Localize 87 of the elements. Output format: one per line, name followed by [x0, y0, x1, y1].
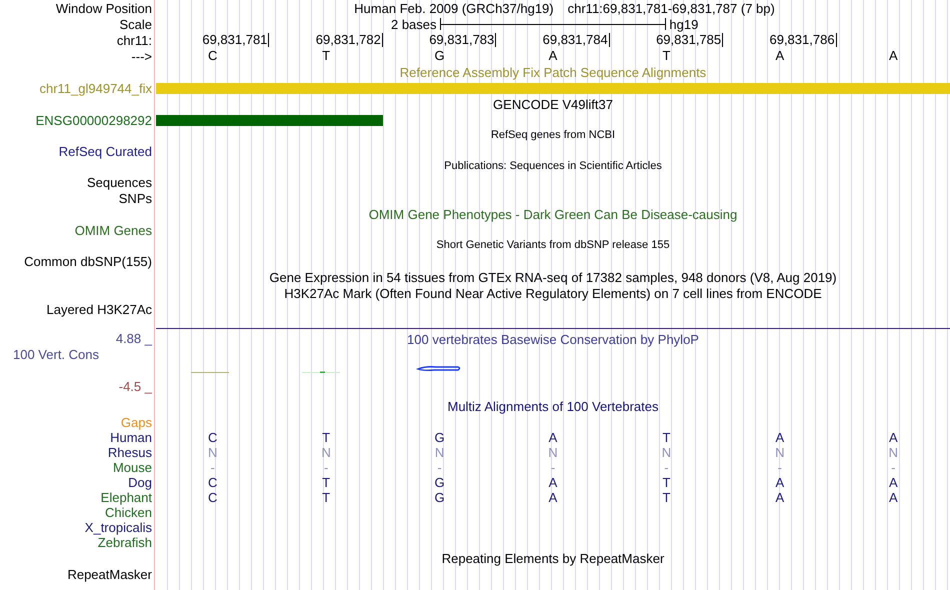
chromosome-label: chr11:: [116, 32, 152, 48]
base-letter: -: [210, 460, 215, 474]
base-letter: C: [208, 476, 218, 490]
assembly-name: hg19: [669, 16, 698, 32]
species-label[interactable]: X_tropicalis: [84, 520, 152, 535]
strand-label: --->: [131, 48, 152, 64]
coordinate-label: 69,831,781: [202, 33, 270, 47]
base-letter: N: [321, 446, 331, 460]
base-letter: T: [322, 49, 330, 63]
base-letter: -: [778, 460, 782, 474]
track-label[interactable]: RefSeq Curated: [58, 144, 152, 158]
base-letter: A: [548, 476, 558, 490]
track-label[interactable]: Layered H3K27Ac: [46, 302, 152, 316]
track-title: RefSeq genes from NCBI: [490, 128, 616, 143]
row-label: Window Position: [56, 0, 152, 16]
base-letter: N: [662, 446, 672, 460]
track-title: Publications: Sequences in Scientific Articles: [444, 159, 662, 174]
coordinate-label: 69,831,785: [656, 33, 724, 47]
track-label[interactable]: OMIM Genes: [74, 222, 152, 238]
base-letter: T: [662, 49, 670, 63]
base-letter: -: [664, 460, 669, 474]
feature-bar[interactable]: [156, 114, 383, 126]
track-label[interactable]: ENSG00000298292: [36, 112, 152, 128]
base-letter: A: [548, 430, 558, 444]
track-label[interactable]: 100 Vert. Cons: [13, 347, 99, 362]
base-letter: A: [776, 49, 784, 63]
track-title: 100 vertebrates Basewise Conservation by PhyloP: [407, 332, 699, 347]
species-label[interactable]: Human: [110, 430, 152, 445]
base-letter: A: [888, 490, 898, 504]
base-letter: G: [434, 49, 445, 63]
species-label[interactable]: Rhesus: [108, 445, 152, 460]
base-letter: -: [891, 460, 896, 474]
track-label[interactable]: RepeatMasker: [67, 566, 152, 582]
base-letter: A: [888, 476, 898, 490]
track-label[interactable]: Sequences: [86, 174, 152, 190]
base-letter: T: [322, 490, 330, 504]
species-label[interactable]: Zebrafish: [98, 535, 152, 550]
base-letter: T: [662, 476, 670, 490]
base-letter: N: [208, 446, 218, 460]
assembly-title: Human Feb. 2009 (GRCh37/hg19): [354, 0, 554, 16]
coordinate-label: 69,831,784: [542, 33, 610, 47]
track-title: H3K27Ac Mark (Often Found Near Active Regulatory Elements) on 7 cell lines from ENCODE: [284, 286, 822, 300]
base-letter: A: [548, 490, 558, 504]
track-title: Short Genetic Variants from dbSNP release 155: [436, 238, 670, 253]
base-letter: G: [434, 476, 445, 490]
base-letter: C: [208, 430, 218, 444]
coordinate-label: 69,831,782: [316, 33, 383, 47]
base-letter: C: [208, 490, 218, 504]
track-label[interactable]: SNPs: [118, 190, 152, 206]
track-title: GENCODE V49lift37: [493, 96, 613, 112]
track-title: Repeating Elements by RepeatMasker: [442, 550, 664, 566]
base-letter: -: [324, 460, 328, 474]
base-letter: T: [662, 490, 670, 504]
base-letter: A: [888, 49, 898, 63]
base-letter: N: [434, 446, 444, 460]
position-title: chr11:69,831,781-69,831,787 (7 bp): [568, 0, 775, 16]
scale-text: 2 bases: [390, 16, 437, 32]
species-label[interactable]: Dog: [128, 475, 152, 490]
base-letter: A: [548, 49, 558, 63]
coordinate-label: 69,831,786: [769, 33, 837, 47]
base-letter: N: [548, 446, 558, 460]
coordinate-label: 69,831,783: [429, 33, 496, 47]
track-title: Gene Expression in 54 tissues from GTEx RNA-seq of 17382 samples, 948 donors (V8, Aug 2019): [269, 270, 837, 284]
species-label[interactable]: Chicken: [105, 505, 152, 520]
track-title: Multiz Alignments of 100 Vertebrates: [447, 398, 658, 414]
track-title: Reference Assembly Fix Patch Sequence Alignments: [400, 64, 706, 80]
track-title: OMIM Gene Phenotypes - Dark Green Can Be Disease-causing: [368, 206, 738, 222]
base-letter: A: [776, 430, 784, 444]
axis-max-label: 4.88 _: [116, 330, 152, 346]
base-letter: T: [322, 430, 330, 444]
base-letter: T: [662, 430, 670, 444]
base-letter: -: [550, 460, 556, 474]
axis-min-label: -4.5 _: [118, 379, 152, 394]
base-letter: A: [776, 490, 784, 504]
base-letter: T: [322, 476, 330, 490]
base-letter: C: [208, 49, 218, 63]
base-letter: G: [434, 490, 445, 504]
track-label[interactable]: Common dbSNP(155): [24, 254, 152, 268]
base-letter: A: [888, 430, 898, 444]
base-letter: -: [437, 460, 442, 474]
base-letter: A: [776, 476, 784, 490]
row-label: Scale: [119, 16, 152, 32]
base-letter: G: [434, 430, 445, 444]
species-label[interactable]: Elephant: [100, 490, 152, 505]
base-letter: N: [775, 446, 785, 460]
species-label[interactable]: Mouse: [112, 460, 152, 475]
base-letter: N: [888, 446, 898, 460]
